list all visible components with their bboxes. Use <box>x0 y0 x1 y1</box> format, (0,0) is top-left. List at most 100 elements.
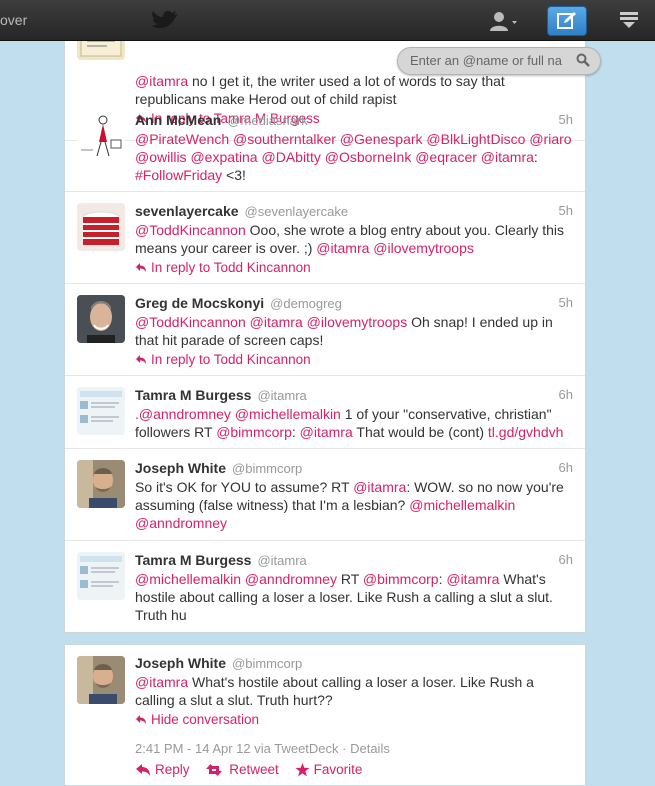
mention-link[interactable]: @anndromney <box>245 571 337 587</box>
reply-arrow-icon <box>136 715 146 724</box>
tweet-item[interactable]: Tamra M Burgess @itamra 6h .@anndromney @… <box>65 375 585 449</box>
user-handle[interactable]: @bimmcorp <box>232 461 302 476</box>
avatar[interactable] <box>77 112 125 160</box>
tweet-text: So it's OK for YOU to assume? RT @itamra… <box>135 479 564 531</box>
top-navigation-bar: over <box>0 0 655 41</box>
tweet-text: @itamra What's hostile about calling a l… <box>135 674 534 708</box>
search-icon[interactable] <box>576 53 590 67</box>
hide-conversation-link[interactable]: Hide conversation <box>135 710 575 730</box>
reply-arrow-icon <box>136 263 146 272</box>
mention-link[interactable]: @Genespark <box>340 131 423 147</box>
user-name[interactable]: Joseph White <box>135 460 226 476</box>
tweet-actions: Reply Retweet Favorite <box>135 760 575 780</box>
mention-link[interactable]: @DAbitty <box>262 149 321 165</box>
user-name[interactable]: Tamra M Burgess <box>135 387 251 403</box>
user-name[interactable]: Tamra M Burgess <box>135 552 251 568</box>
tweet-item[interactable]: Ann McMean @mediasnark 5h @PirateWench @s… <box>65 100 585 192</box>
avatar[interactable] <box>77 40 125 60</box>
mention-link[interactable]: @itamra <box>300 424 353 440</box>
avatar[interactable] <box>77 460 125 508</box>
mention-link[interactable]: @michellemalkin <box>409 497 515 513</box>
user-handle[interactable]: @mediasnark <box>227 113 307 128</box>
mention-link[interactable]: @itamra <box>250 314 303 330</box>
mention-link[interactable]: @BlkLightDisco <box>426 131 525 147</box>
tweet-stack-icon[interactable] <box>618 11 640 29</box>
user-name[interactable]: Ann McMean <box>135 112 221 128</box>
search-input[interactable] <box>410 52 570 69</box>
mention-link[interactable]: @itamra <box>316 240 369 256</box>
mention-link[interactable]: @anndromney <box>135 515 227 531</box>
mention-link[interactable]: @OsborneInk <box>325 149 412 165</box>
tweet-item[interactable]: Joseph White @bimmcorp 6h So it's OK for … <box>65 448 585 541</box>
user-handle[interactable]: @demogreg <box>270 296 342 311</box>
mention-link[interactable]: @itamra <box>446 571 499 587</box>
reply-icon <box>136 764 150 776</box>
tweet-time[interactable]: 6h <box>559 550 573 570</box>
mention-link[interactable]: @michellemalkin <box>135 571 241 587</box>
mention-link[interactable]: @expatina <box>190 149 257 165</box>
tweet-time[interactable]: 6h <box>559 385 573 405</box>
tweet-text: .@anndromney @michellemalkin 1 of your "… <box>135 406 564 440</box>
profile-menu-icon[interactable] <box>488 10 518 32</box>
in-reply-to-link[interactable]: In reply to Todd Kincannon <box>135 258 575 278</box>
user-handle[interactable]: @itamra <box>257 553 306 568</box>
tweet-text: @ToddKincannon Ooo, she wrote a blog ent… <box>135 222 565 256</box>
tweet-header: Tamra M Burgess @itamra 6h <box>135 550 575 570</box>
mention-link[interactable]: @itamra <box>135 674 188 690</box>
details-link[interactable]: Details <box>350 741 390 756</box>
retweet-icon <box>206 764 223 776</box>
tweet-text: @PirateWench @southerntalker @Genespark … <box>135 131 572 183</box>
tweet-timestamp[interactable]: 2:41 PM - 14 Apr 12 via TweetDeck <box>135 741 339 756</box>
user-name[interactable]: sevenlayercake <box>135 203 239 219</box>
mention-link[interactable]: @bimmcorp <box>363 571 439 587</box>
avatar[interactable] <box>77 203 125 251</box>
tweet-item[interactable]: sevenlayercake @sevenlayercake 5h @ToddKi… <box>65 191 585 284</box>
conversation-panel: @itamra no I get it, the writer used a l… <box>64 40 586 633</box>
tweet-time[interactable]: 5h <box>559 110 573 130</box>
avatar[interactable] <box>77 387 125 435</box>
mention-link[interactable]: @itamra <box>481 149 534 165</box>
mention-link[interactable]: @owillis <box>135 149 187 165</box>
user-handle[interactable]: @itamra <box>257 388 306 403</box>
in-reply-to-link[interactable]: In reply to Todd Kincannon <box>135 350 575 370</box>
tweet-meta: 2:41 PM - 14 Apr 12 via TweetDeck · Deta… <box>135 741 390 756</box>
user-name[interactable]: Greg de Mocskonyi <box>135 295 264 311</box>
mention-link[interactable]: .@anndromney <box>135 406 231 422</box>
reply-arrow-icon <box>136 355 146 364</box>
tweet-header: Joseph White @bimmcorp 6h <box>135 458 575 478</box>
tweet-time[interactable]: 6h <box>559 458 573 478</box>
mention-link[interactable]: @itamra <box>353 479 406 495</box>
mention-link[interactable]: @southerntalker <box>233 131 336 147</box>
tweet-item[interactable]: Greg de Mocskonyi @demogreg 5h @ToddKinca… <box>65 283 585 376</box>
mention-link[interactable]: @itamra <box>135 73 188 89</box>
compose-tweet-button[interactable] <box>547 6 587 36</box>
twitter-bird-icon[interactable] <box>150 8 180 32</box>
retweet-button[interactable]: Retweet <box>205 762 279 777</box>
mention-link[interactable]: @riaro <box>529 131 571 147</box>
reply-button[interactable]: Reply <box>135 762 190 777</box>
mention-link[interactable]: @ilovemytroops <box>307 314 408 330</box>
mention-link[interactable]: @PirateWench <box>135 131 229 147</box>
tweet-time[interactable]: 5h <box>559 293 573 313</box>
avatar[interactable] <box>77 656 125 704</box>
mention-link[interactable]: @ToddKincannon <box>135 222 246 238</box>
user-name[interactable]: Joseph White <box>135 655 226 671</box>
avatar[interactable] <box>77 295 125 343</box>
mention-link[interactable]: @bimmcorp <box>216 424 292 440</box>
user-handle[interactable]: @sevenlayercake <box>245 204 349 219</box>
favorite-button[interactable]: Favorite <box>295 762 362 777</box>
discover-link[interactable]: over <box>0 12 27 28</box>
mention-link[interactable]: @michellemalkin <box>235 406 341 422</box>
mention-link[interactable]: @ToddKincannon <box>135 314 246 330</box>
mention-link[interactable]: @ilovemytroops <box>373 240 474 256</box>
search-box <box>397 47 601 75</box>
mention-link[interactable]: @eqracer <box>415 149 477 165</box>
user-handle[interactable]: @bimmcorp <box>232 656 302 671</box>
tweet-header: sevenlayercake @sevenlayercake 5h <box>135 201 575 221</box>
hashtag-link[interactable]: #FollowFriday <box>135 167 222 183</box>
tweet-time[interactable]: 5h <box>559 201 573 221</box>
tweet-header: Joseph White @bimmcorp <box>135 653 575 673</box>
url-link[interactable]: tl.gd/gvhdvh <box>488 424 564 440</box>
tweet-item[interactable]: Tamra M Burgess @itamra 6h @michellemalki… <box>65 540 585 632</box>
avatar[interactable] <box>77 552 125 600</box>
